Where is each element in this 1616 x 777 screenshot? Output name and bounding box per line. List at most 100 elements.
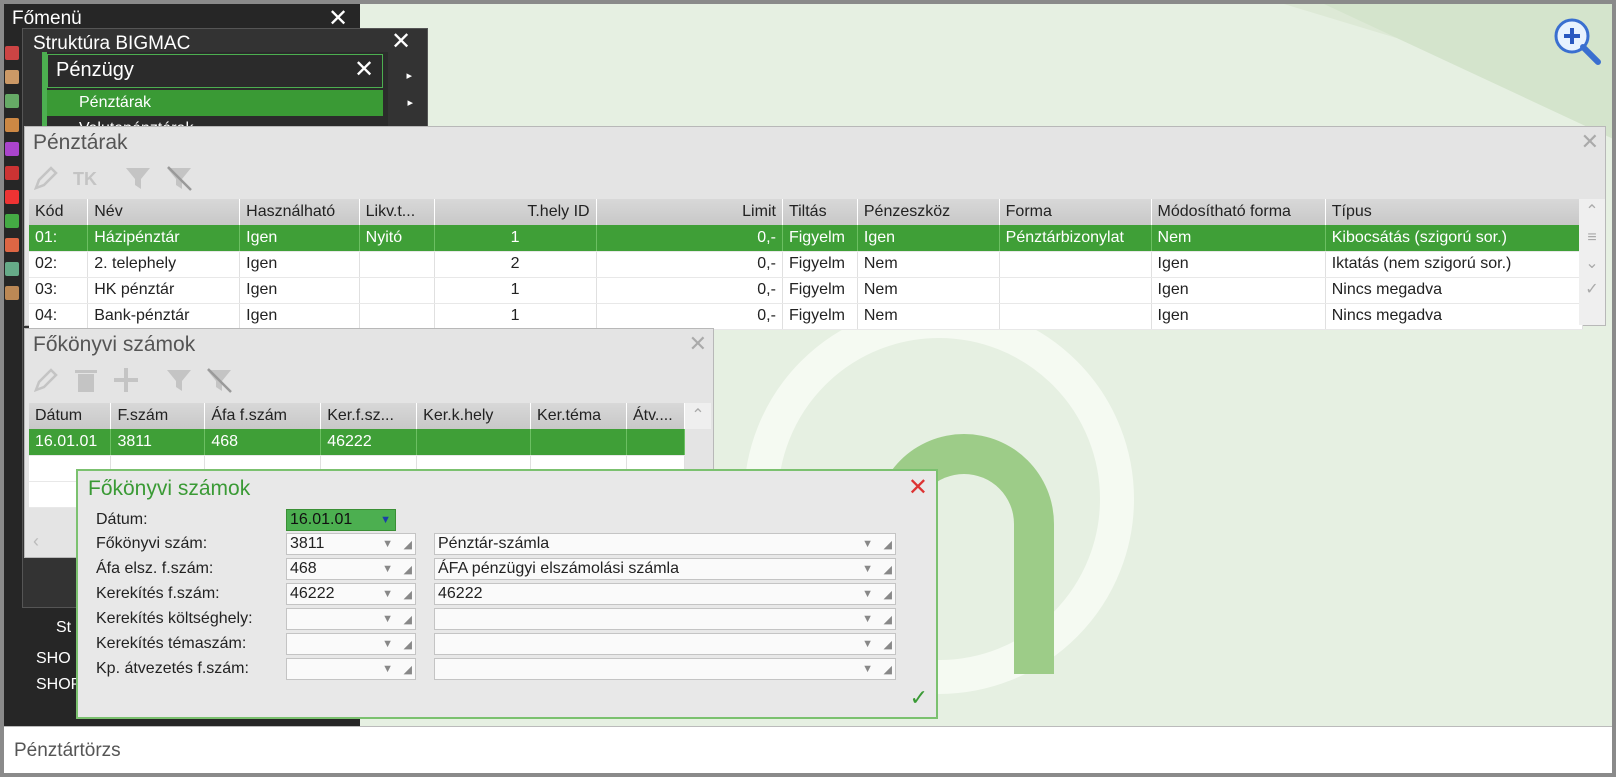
dropdown-arrow-icon[interactable]: ▼ — [382, 534, 393, 554]
menu-item[interactable]: SHO — [36, 650, 71, 668]
table-cell: Kibocsátás (szigorú sor.) — [1325, 225, 1584, 252]
confirm-check-icon[interactable]: ✓ — [910, 685, 928, 711]
column-header[interactable]: Ker.téma — [530, 403, 627, 429]
dropdown-arrow-icon[interactable]: ▼ — [382, 659, 393, 679]
column-header[interactable]: Tiltás — [782, 199, 858, 225]
resize-grip-icon: ◢ — [403, 539, 412, 551]
add-icon[interactable] — [111, 365, 141, 395]
menu-icon[interactable] — [5, 238, 19, 252]
account-name-field[interactable]: ÁFA pénzügyi elszámolási számla ▼ ◢ — [434, 558, 896, 580]
account-name-field[interactable]: Pénztár-számla ▼ ◢ — [434, 533, 896, 555]
topic-code-field[interactable]: ▼ ◢ — [286, 633, 416, 655]
column-header[interactable]: T.hely ID — [434, 199, 597, 225]
topic-name-field[interactable]: ▼ ◢ — [434, 633, 896, 655]
account-code-field[interactable]: 3811 ▼ ◢ — [286, 533, 416, 555]
column-header[interactable]: Módosítható forma — [1151, 199, 1326, 225]
filter-clear-icon[interactable] — [204, 365, 234, 395]
dropdown-arrow-icon[interactable]: ▼ — [380, 510, 391, 530]
menu-item[interactable]: St — [56, 619, 71, 637]
field-label: Főkönyvi szám: — [96, 535, 208, 552]
table-row[interactable]: 03: HK pénztár Igen 1 0,- Figyelm Nem Ig… — [29, 277, 1584, 304]
account-name-field[interactable]: 46222 ▼ ◢ — [434, 583, 896, 605]
penztarak-close-button[interactable]: ✕ — [1581, 129, 1599, 155]
chevron-up-icon[interactable]: ⌃ — [1579, 199, 1605, 225]
column-header[interactable]: Limit — [596, 199, 783, 225]
struktura-close-button[interactable]: ✕ — [391, 30, 411, 54]
table-cell: Igen — [239, 225, 360, 252]
dropdown-arrow-icon[interactable]: ▼ — [862, 559, 873, 579]
table-row[interactable]: 01: Házipénztár Igen Nyitó 1 0,- Figyelm… — [29, 225, 1584, 252]
menu-icon[interactable] — [5, 166, 19, 180]
table-cell: Nem — [857, 251, 1000, 278]
filter-clear-icon[interactable] — [164, 163, 194, 193]
table-cell: Bank-pénztár — [87, 303, 241, 330]
menu-icon[interactable] — [5, 214, 19, 228]
chevron-down-icon[interactable]: ⌄ — [1579, 251, 1605, 277]
column-header[interactable]: Pénzeszköz — [857, 199, 1000, 225]
menu-icon[interactable] — [5, 94, 19, 108]
chevron-up-icon[interactable]: ⌃ — [685, 403, 711, 429]
menu-icon[interactable] — [5, 70, 19, 84]
dropdown-arrow-icon[interactable]: ▼ — [382, 609, 393, 629]
resize-grip-icon: ◢ — [883, 639, 892, 651]
menu-icon[interactable] — [5, 142, 19, 156]
dropdown-arrow-icon[interactable]: ▼ — [862, 634, 873, 654]
account-code-field[interactable]: ▼ ◢ — [286, 658, 416, 680]
fomenu-close-button[interactable]: ✕ — [328, 7, 348, 31]
drag-handle-icon[interactable]: ≡ — [1579, 225, 1605, 251]
dropdown-arrow-icon[interactable]: ▼ — [382, 559, 393, 579]
zoom-in-icon[interactable] — [1552, 16, 1604, 68]
column-header[interactable]: Ker.k.hely — [416, 403, 532, 429]
text-filter-icon[interactable]: TK — [71, 163, 101, 193]
cost-center-field[interactable]: ▼ ◢ — [286, 608, 416, 630]
chevron-right-icon: ▸ — [406, 70, 412, 82]
fokonyvi-form-close-button[interactable]: ✕ — [908, 473, 928, 502]
edit-icon[interactable] — [31, 163, 61, 193]
dropdown-arrow-icon[interactable]: ▼ — [382, 634, 393, 654]
vertical-scrollbar[interactable]: ⌃ ≡ ⌄ ✓ — [1579, 199, 1605, 325]
trash-icon[interactable] — [71, 365, 101, 395]
menu-icon[interactable] — [5, 118, 19, 132]
check-icon[interactable]: ✓ — [1579, 277, 1605, 303]
filter-icon[interactable] — [164, 365, 194, 395]
chevron-left-icon[interactable]: ‹ — [33, 531, 39, 552]
column-header[interactable]: Ker.f.sz... — [320, 403, 418, 429]
column-header[interactable]: Típus — [1325, 199, 1584, 225]
dropdown-arrow-icon[interactable]: ▼ — [862, 659, 873, 679]
column-header[interactable]: Áfa f.szám — [204, 403, 322, 429]
fokonyvi-list-close-button[interactable]: ✕ — [689, 331, 707, 357]
column-header[interactable]: Átv.... — [626, 403, 686, 429]
dropdown-arrow-icon[interactable]: ▼ — [862, 609, 873, 629]
account-code-field[interactable]: 46222 ▼ ◢ — [286, 583, 416, 605]
column-header[interactable]: F.szám — [110, 403, 206, 429]
column-header[interactable]: Forma — [999, 199, 1152, 225]
field-label: Kerekítés témaszám: — [96, 635, 247, 652]
penzugy-close-button[interactable]: ✕ — [354, 58, 374, 82]
menu-icon[interactable] — [5, 286, 19, 300]
dropdown-arrow-icon[interactable]: ▼ — [382, 584, 393, 604]
resize-grip-icon: ◢ — [403, 589, 412, 601]
account-code-field[interactable]: 468 ▼ ◢ — [286, 558, 416, 580]
date-field[interactable]: 16.01.01 ▼ — [286, 509, 396, 531]
menu-item-penztarak[interactable]: Pénztárak ▸ — [47, 90, 413, 116]
resize-grip-icon: ◢ — [403, 664, 412, 676]
column-header[interactable]: Dátum — [29, 403, 112, 429]
edit-icon[interactable] — [31, 365, 61, 395]
table-row[interactable]: 16.01.01 3811 468 46222 — [29, 429, 686, 456]
table-row[interactable]: 04: Bank-pénztár Igen 1 0,- Figyelm Nem … — [29, 303, 1584, 330]
menu-icon[interactable] — [5, 262, 19, 276]
table-cell — [626, 429, 686, 456]
cost-center-name-field[interactable]: ▼ ◢ — [434, 608, 896, 630]
menu-icon[interactable] — [5, 46, 19, 60]
dropdown-arrow-icon[interactable]: ▼ — [862, 584, 873, 604]
column-header[interactable]: Név — [87, 199, 241, 225]
column-header[interactable]: Használható — [239, 199, 360, 225]
fokonyvi-list-title: Főkönyvi számok — [33, 333, 196, 356]
menu-icon[interactable] — [5, 190, 19, 204]
column-header[interactable]: Likv.t... — [359, 199, 435, 225]
account-name-field[interactable]: ▼ ◢ — [434, 658, 896, 680]
table-row[interactable]: 02: 2. telephely Igen 2 0,- Figyelm Nem … — [29, 251, 1584, 278]
dropdown-arrow-icon[interactable]: ▼ — [862, 534, 873, 554]
filter-icon[interactable] — [123, 163, 153, 193]
column-header[interactable]: Kód — [29, 199, 89, 225]
